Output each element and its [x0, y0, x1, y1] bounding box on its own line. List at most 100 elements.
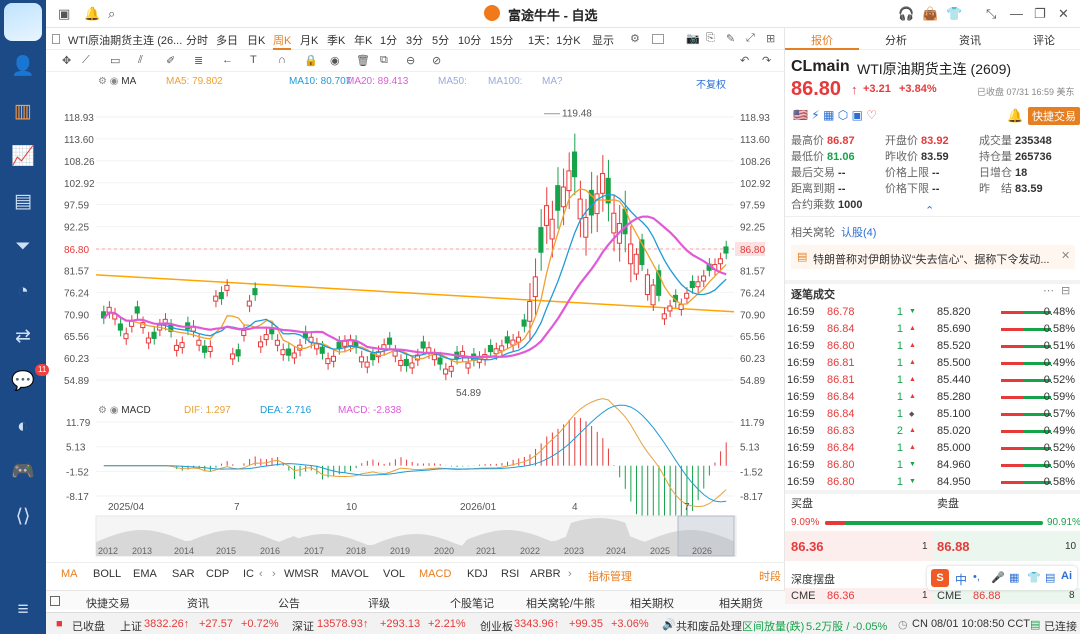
layout-icon[interactable] — [652, 34, 664, 44]
collapse-icon[interactable] — [50, 596, 60, 606]
export-icon[interactable]: ⎘ — [706, 32, 715, 45]
tab-quote[interactable]: 报价 — [811, 32, 833, 48]
ticker-news[interactable]: 共和废品处理 — [676, 618, 742, 634]
bottom-tab[interactable]: 评级 — [368, 595, 390, 611]
shrink-icon[interactable]: ⤡ — [986, 6, 996, 22]
ask-box[interactable]: 86.88 10 — [933, 531, 1080, 561]
move-icon[interactable]: ✥ — [62, 54, 71, 67]
skin-icon[interactable]: 👕 — [1027, 571, 1041, 584]
indicator-tab[interactable]: MACD — [419, 568, 451, 580]
search-icon[interactable]: ⌕ — [108, 6, 115, 22]
period-tab[interactable]: 日K — [247, 32, 265, 48]
layers-icon[interactable]: ⧉ — [380, 54, 388, 67]
undo-icon[interactable]: ↶ — [740, 54, 749, 67]
channel-tool-icon[interactable]: ⫽ — [138, 54, 143, 67]
pen-tool-icon[interactable]: ✐ — [166, 54, 175, 67]
bottom-tab[interactable]: 相关期货 — [719, 595, 763, 611]
lock-icon[interactable]: 🔒 — [304, 54, 318, 67]
keyboard-icon[interactable]: ▦ — [1009, 571, 1019, 584]
period-tab[interactable]: 1天：1分K — [528, 32, 581, 48]
tab-analysis[interactable]: 分析 — [885, 32, 907, 48]
indicator-tab[interactable]: RSI — [501, 568, 519, 580]
bell-icon[interactable]: 🔔 — [1007, 108, 1023, 124]
ime-lang-icon[interactable]: 中 — [955, 571, 967, 588]
close-icon[interactable]: ✕ — [1061, 249, 1070, 262]
period-tab[interactable]: 3分 — [406, 32, 423, 48]
camera-icon[interactable]: 📷 — [686, 32, 700, 45]
bottom-tab[interactable]: 公告 — [278, 595, 300, 611]
checkbox-icon[interactable] — [52, 34, 60, 44]
news-banner[interactable]: ▤ 特朗普称对伊朗协议“失去信心”、据称下令发动... ✕ — [791, 245, 1075, 269]
app-logo[interactable] — [4, 3, 42, 41]
clear-icon[interactable]: ⊘ — [432, 54, 441, 67]
kline-chart[interactable]: ⚙ ◉ MA MA5: 79.802 MA10: 80.707 MA20: 89… — [46, 72, 784, 562]
period-tab[interactable]: 多日 — [216, 32, 238, 48]
indicator-tab[interactable]: WMSR — [284, 568, 319, 580]
bag-icon[interactable]: 👜 — [922, 6, 938, 22]
chevron-left-icon[interactable]: ‹ — [259, 568, 263, 580]
trend-icon[interactable]: 📈 — [11, 145, 35, 169]
minimize-icon[interactable]: — — [1010, 6, 1023, 21]
bottom-tab[interactable]: 个股笔记 — [450, 595, 494, 611]
close-icon[interactable]: ✕ — [1058, 6, 1069, 22]
menu-icon[interactable]: ≡ — [11, 598, 35, 622]
heart-icon[interactable]: ♡ — [866, 108, 877, 122]
note-icon[interactable]: ▣ — [852, 108, 863, 122]
period-tab[interactable]: 15分 — [490, 32, 513, 48]
code-icon[interactable]: ⟨⟩ — [11, 505, 35, 529]
grid-icon[interactable]: ⊞ — [766, 32, 775, 45]
bottom-tab[interactable]: 相关窝轮/牛熊 — [526, 595, 595, 611]
shirt-icon[interactable]: 👕 — [946, 6, 962, 22]
chevron-right-icon[interactable]: › — [272, 568, 276, 580]
bid-box[interactable]: 86.36 1 — [785, 531, 933, 561]
user-icon[interactable]: 👤 — [11, 55, 35, 79]
window-icon[interactable]: ▣ — [58, 6, 70, 22]
bell-icon[interactable]: 🔔 — [84, 6, 100, 22]
game-icon[interactable]: 🎮 — [11, 460, 35, 484]
table-icon[interactable]: ▤ — [11, 190, 35, 214]
quick-trade-button[interactable]: 快捷交易 — [1028, 107, 1080, 125]
display-menu[interactable]: 显示 — [592, 32, 614, 48]
tag-icon[interactable]: ⬡ — [838, 108, 848, 122]
link-icon[interactable]: ⊖ — [406, 54, 415, 67]
ime-toolbar[interactable]: S 中 •, 🎤 ▦ 👕 ▤ Ai — [927, 566, 1077, 590]
alert-icon[interactable]: ⚡ — [811, 108, 819, 122]
indicator-tab[interactable]: SAR — [172, 568, 195, 580]
news-headline[interactable]: 特朗普称对伊朗协议“失去信心”、据称下令发动... — [813, 251, 1050, 267]
ime-punct-icon[interactable]: •, — [973, 571, 980, 583]
settings-icon[interactable]: ⚙ — [630, 32, 640, 45]
tab-comments[interactable]: 评论 — [1033, 32, 1055, 48]
chart-icon[interactable]: ▦ — [823, 108, 834, 122]
bottom-tab[interactable]: 快捷交易 — [86, 595, 130, 611]
bottom-tab[interactable]: 相关期权 — [630, 595, 674, 611]
moon-icon[interactable]: ◐ — [11, 415, 35, 439]
ai-icon[interactable]: Ai — [1061, 570, 1072, 582]
session-button[interactable]: 时段 — [759, 568, 781, 584]
text-tool-icon[interactable]: T — [250, 54, 257, 66]
arrow-tool-icon[interactable]: ← — [222, 54, 233, 66]
chart-title[interactable]: WTI原油期货主连 (26... — [68, 32, 182, 48]
more-icon[interactable]: ⋯ — [1043, 284, 1054, 297]
sz-index[interactable]: 13578.93↑ — [317, 618, 368, 630]
cy-index[interactable]: 3343.96↑ — [514, 618, 559, 630]
period-tab[interactable]: 月K — [300, 32, 318, 48]
indicator-manage[interactable]: 指标管理 — [588, 568, 632, 584]
swap-icon[interactable]: ⇄ — [11, 325, 35, 349]
edit-icon[interactable]: ✎ — [726, 32, 735, 45]
indicator-tab[interactable]: BOLL — [93, 568, 121, 580]
indicator-tab[interactable]: MAVOL — [331, 568, 369, 580]
restore-icon[interactable]: ❐ — [1034, 6, 1046, 22]
sh-index[interactable]: 3832.26↑ — [144, 618, 189, 630]
indicator-tab[interactable]: MA — [61, 568, 78, 580]
indicator-tab[interactable]: CDP — [206, 568, 229, 580]
line-tool-icon[interactable]: ⟋ — [82, 54, 90, 67]
indicator-tab[interactable]: IC — [243, 568, 254, 580]
indicator-tab[interactable]: VOL — [383, 568, 405, 580]
apps-icon[interactable]: ▤ — [1045, 571, 1055, 584]
pie-icon[interactable]: ◔ — [11, 280, 35, 304]
chevron-right-icon[interactable]: › — [568, 568, 572, 580]
eye-icon[interactable]: ◉ — [110, 405, 119, 416]
period-tab-selected[interactable]: 周K — [273, 32, 292, 50]
redo-icon[interactable]: ↷ — [762, 54, 771, 67]
period-tab[interactable]: 年K — [354, 32, 372, 48]
